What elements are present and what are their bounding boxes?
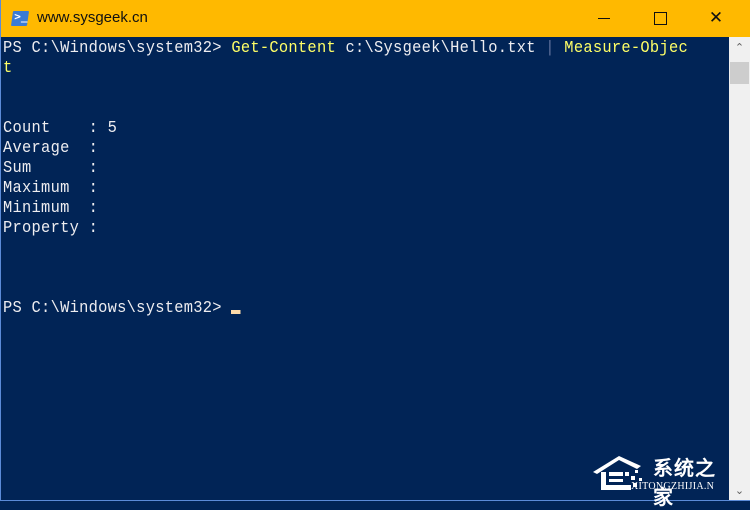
scroll-down-button[interactable]: ⌄ xyxy=(729,480,750,500)
minimize-icon xyxy=(598,18,610,19)
vertical-scrollbar[interactable]: ⌃ ⌄ xyxy=(729,37,750,500)
text-cursor xyxy=(231,310,241,314)
output-sum: Sum : xyxy=(3,159,99,177)
chevron-down-icon: ⌄ xyxy=(734,483,745,497)
command-line: PS C:\Windows\system32> Get-Content c:\S… xyxy=(3,38,688,58)
pipe-operator: | xyxy=(545,39,555,57)
maximize-button[interactable] xyxy=(637,0,683,37)
output-minimum: Minimum : xyxy=(3,199,99,217)
watermark: 系统之家 XITONGZHIJIA.N xyxy=(591,448,731,509)
window-title: www.sysgeek.cn xyxy=(37,9,148,26)
close-icon: ✕ xyxy=(708,8,724,28)
maximize-icon xyxy=(653,12,667,25)
output-count: Count : 5 xyxy=(3,119,118,137)
prompt: PS C:\Windows\system32> xyxy=(3,39,232,57)
console-area[interactable]: PS C:\Windows\system32> Get-Content c:\S… xyxy=(2,37,729,500)
output-property: Property : xyxy=(3,219,99,237)
scrollbar-thumb[interactable] xyxy=(730,62,749,84)
powershell-window: >_ www.sysgeek.cn ✕ PS C:\Windows\system… xyxy=(0,0,750,509)
close-button[interactable]: ✕ xyxy=(693,0,739,37)
scroll-up-button[interactable]: ⌃ xyxy=(729,37,750,57)
watermark-subtext: XITONGZHIJIA.N xyxy=(631,481,715,492)
output-maximum: Maximum : xyxy=(3,179,99,197)
chevron-up-icon: ⌃ xyxy=(734,40,745,54)
command-argument: c:\Sysgeek\Hello.txt xyxy=(335,39,546,57)
cmdlet-get-content: Get-Content xyxy=(231,39,336,57)
minimize-button[interactable] xyxy=(581,0,627,37)
cmdlet-measure-object: Measure-Objec xyxy=(554,39,688,57)
powershell-icon: >_ xyxy=(10,10,30,26)
prompt: PS C:\Windows\system32> xyxy=(3,299,232,317)
output-average: Average : xyxy=(3,139,99,157)
command-line-wrap: t xyxy=(3,59,13,77)
title-bar[interactable]: >_ www.sysgeek.cn ✕ xyxy=(1,0,750,37)
prompt-line[interactable]: PS C:\Windows\system32> xyxy=(3,298,241,318)
